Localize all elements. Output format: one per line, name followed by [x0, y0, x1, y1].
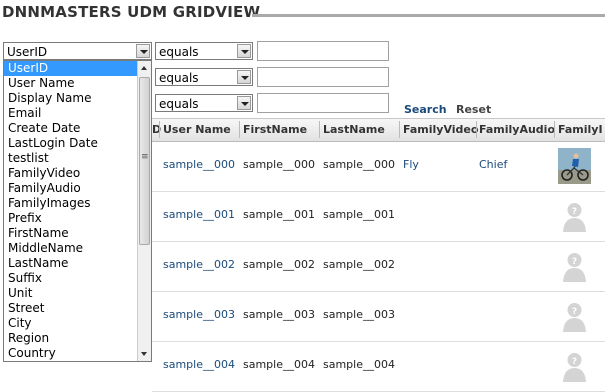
- filter-operator-value-1: equals: [159, 45, 199, 59]
- column-divider: [159, 121, 160, 138]
- chevron-down-icon[interactable]: [237, 96, 251, 110]
- chevron-down-icon[interactable]: [136, 44, 150, 58]
- svg-text:?: ?: [572, 357, 577, 367]
- scroll-down-icon[interactable]: [138, 347, 151, 361]
- filter-operator-select-3[interactable]: equals: [155, 94, 253, 112]
- column-header-lastname[interactable]: LastName: [323, 123, 385, 136]
- cell-lastname: sample__002: [323, 258, 395, 271]
- scroll-thumb[interactable]: [139, 77, 150, 245]
- filter-operator-value-2: equals: [159, 71, 199, 85]
- table-row[interactable]: sample__003 sample__003 sample__003?: [152, 292, 605, 342]
- column-divider: [399, 121, 400, 138]
- cyclist-photo-thumbnail[interactable]: [558, 148, 591, 184]
- column-header-familyvideo[interactable]: FamilyVideo: [403, 123, 478, 136]
- search-button[interactable]: Search: [404, 103, 447, 116]
- dropdown-option[interactable]: testlist: [4, 151, 151, 166]
- title-rule: [252, 14, 605, 17]
- column-header-firstname[interactable]: FirstName: [243, 123, 307, 136]
- dropdown-scrollbar[interactable]: [137, 61, 151, 361]
- filter-operator-select-2[interactable]: equals: [155, 68, 253, 86]
- data-grid: D User Name FirstName LastName FamilyVid…: [152, 118, 605, 392]
- svg-text:?: ?: [572, 207, 577, 217]
- grid-header: D User Name FirstName LastName FamilyVid…: [152, 118, 605, 142]
- dropdown-option[interactable]: Create Date: [4, 121, 151, 136]
- placeholder-avatar-icon[interactable]: ?: [558, 348, 591, 384]
- table-row[interactable]: sample__001 sample__001 sample__001?: [152, 192, 605, 242]
- dropdown-option[interactable]: Region: [4, 331, 151, 346]
- scroll-up-icon[interactable]: [138, 61, 151, 75]
- column-header-familyaudio[interactable]: FamilyAudio: [479, 123, 555, 136]
- dropdown-option[interactable]: FamilyImages: [4, 196, 151, 211]
- table-row[interactable]: sample__000 sample__000 sample__000 Fly Chie…: [152, 142, 605, 192]
- column-header-familyimages[interactable]: FamilyI: [558, 123, 603, 136]
- dropdown-option[interactable]: FamilyVideo: [4, 166, 151, 181]
- placeholder-avatar-icon[interactable]: ?: [558, 298, 591, 334]
- filter-field-value-1: UserID: [7, 45, 48, 59]
- dropdown-option[interactable]: FamilyAudio: [4, 181, 151, 196]
- filter-value-input-2[interactable]: [257, 67, 389, 87]
- dropdown-option[interactable]: Display Name: [4, 91, 151, 106]
- cell-lastname: sample__001: [323, 208, 395, 221]
- dropdown-option[interactable]: Unit: [4, 286, 151, 301]
- column-divider: [476, 121, 477, 138]
- cell-firstname: sample__002: [243, 258, 315, 271]
- filter-value-input-3[interactable]: [257, 93, 389, 113]
- filter-operator-value-3: equals: [159, 97, 199, 111]
- dropdown-option[interactable]: Country: [4, 346, 151, 361]
- dropdown-option[interactable]: User Name: [4, 76, 151, 91]
- cell-lastname: sample__000: [323, 158, 395, 171]
- chevron-down-icon[interactable]: [237, 70, 251, 84]
- dropdown-option[interactable]: MiddleName: [4, 241, 151, 256]
- page-header: DNNMASTERS UDM GRIDVIEW: [2, 3, 605, 25]
- dropdown-option[interactable]: UserID: [4, 61, 151, 76]
- cell-familyvideo[interactable]: Fly: [403, 158, 419, 171]
- filter-operator-select-1[interactable]: equals: [155, 42, 253, 60]
- column-divider: [554, 121, 555, 138]
- column-divider: [239, 121, 240, 138]
- cell-lastname: sample__003: [323, 308, 395, 321]
- grid-body: sample__000 sample__000 sample__000 Fly Chie…: [152, 142, 605, 392]
- cell-username[interactable]: sample__002: [163, 258, 235, 271]
- dropdown-option[interactable]: Suffix: [4, 271, 151, 286]
- field-dropdown-list[interactable]: UserID User Name Display Name Email Create D…: [3, 60, 152, 362]
- column-divider: [319, 121, 320, 138]
- table-row[interactable]: sample__002 sample__002 sample__002?: [152, 242, 605, 292]
- column-header-username[interactable]: User Name: [163, 123, 231, 136]
- dropdown-options: UserID User Name Display Name Email Create D…: [4, 61, 151, 361]
- cell-username[interactable]: sample__000: [163, 158, 235, 171]
- filter-field-select-1[interactable]: UserID: [3, 42, 152, 60]
- placeholder-avatar-icon[interactable]: ?: [558, 198, 591, 234]
- cell-username[interactable]: sample__003: [163, 308, 235, 321]
- cell-familyaudio[interactable]: Chief: [479, 158, 507, 171]
- svg-text:?: ?: [572, 307, 577, 317]
- dropdown-option[interactable]: Email: [4, 106, 151, 121]
- filter-value-input-1[interactable]: [257, 41, 389, 61]
- cell-firstname: sample__000: [243, 158, 315, 171]
- dropdown-option[interactable]: Prefix: [4, 211, 151, 226]
- dropdown-option[interactable]: Street: [4, 301, 151, 316]
- cell-firstname: sample__003: [243, 308, 315, 321]
- table-row[interactable]: sample__004 sample__004 sample__004?: [152, 342, 605, 392]
- dropdown-option[interactable]: LastName: [4, 256, 151, 271]
- dropdown-option[interactable]: City: [4, 316, 151, 331]
- cell-username[interactable]: sample__001: [163, 208, 235, 221]
- dropdown-option[interactable]: LastLogin Date: [4, 136, 151, 151]
- reset-button[interactable]: Reset: [456, 103, 491, 116]
- placeholder-avatar-icon[interactable]: ?: [558, 248, 591, 284]
- chevron-down-icon[interactable]: [237, 44, 251, 58]
- dropdown-option[interactable]: FirstName: [4, 226, 151, 241]
- svg-text:?: ?: [572, 257, 577, 267]
- page-title: DNNMASTERS UDM GRIDVIEW: [2, 3, 269, 21]
- cell-firstname: sample__001: [243, 208, 315, 221]
